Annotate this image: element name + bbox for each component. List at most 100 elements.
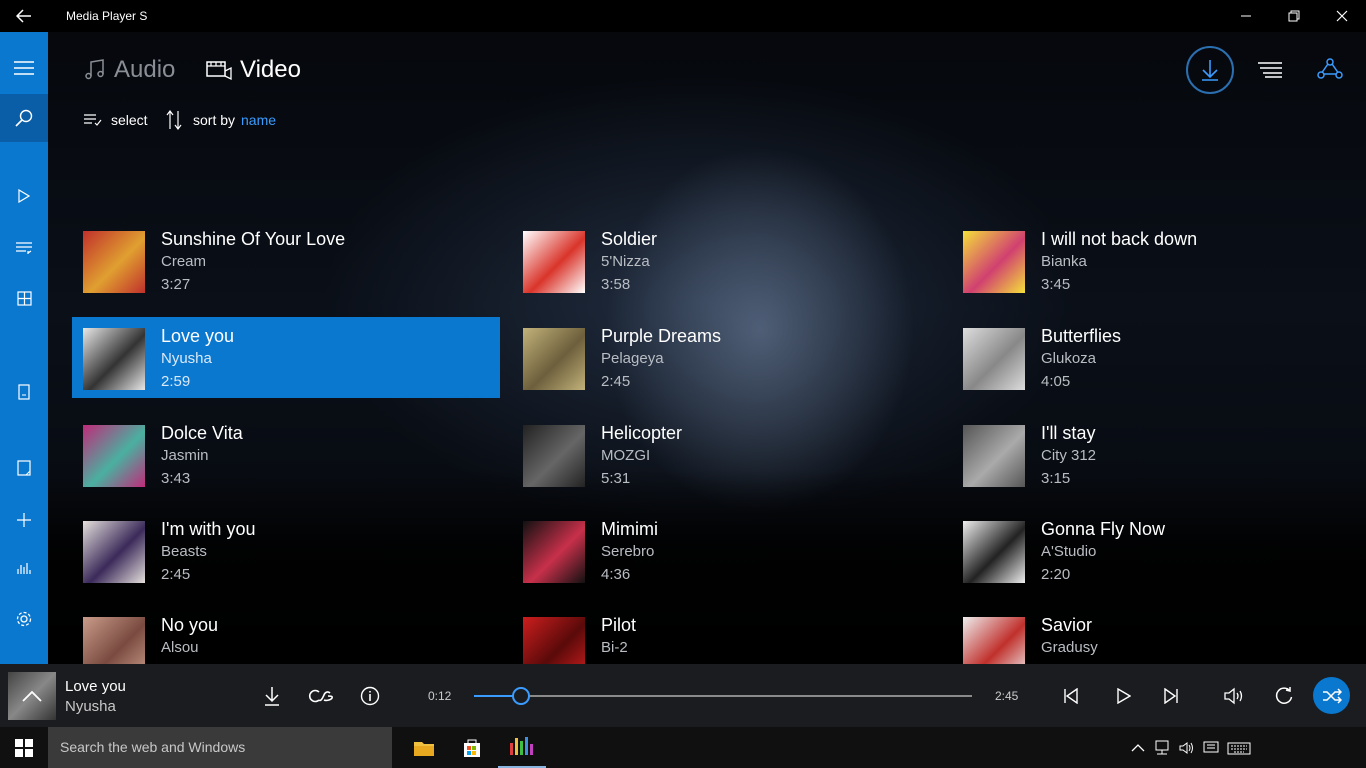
network-icon[interactable] — [1153, 740, 1171, 756]
skip-next-icon — [1164, 688, 1178, 704]
track-tile[interactable]: Helicopter MOZGI 5:31 — [512, 414, 940, 495]
repeat-icon — [1275, 687, 1293, 704]
track-duration: 3:58 — [601, 276, 631, 293]
seek-knob[interactable] — [511, 687, 530, 705]
volume-button[interactable] — [1215, 676, 1255, 716]
track-duration: 2:45 — [601, 373, 631, 390]
now-playing-art[interactable] — [8, 672, 56, 720]
player-download-button[interactable] — [252, 676, 292, 716]
next-button[interactable] — [1151, 676, 1191, 716]
album-art — [523, 617, 585, 664]
track-tile[interactable]: Soldier 5'Nizza 3:58 — [512, 220, 940, 301]
album-art — [523, 521, 585, 583]
chevron-up-icon — [22, 690, 42, 702]
now-playing-artist: Nyusha — [65, 698, 116, 715]
album-art — [83, 328, 145, 390]
album-art — [83, 231, 145, 293]
track-artist: MOZGI — [601, 447, 651, 464]
track-title: Butterflies — [1041, 326, 1122, 346]
repeat-button[interactable] — [1264, 676, 1304, 716]
track-title: Helicopter — [601, 423, 683, 443]
track-artist: Bi-2 — [601, 639, 628, 656]
album-art — [963, 328, 1025, 390]
track-tile[interactable]: Gonna Fly Now A'Studio 2:20 — [952, 510, 1366, 591]
skip-previous-icon — [1064, 688, 1078, 704]
track-tile[interactable]: Savior Gradusy — [952, 606, 1366, 664]
taskbar-search-input[interactable]: Search the web and Windows — [48, 727, 392, 768]
track-artist: 5'Nizza — [601, 253, 650, 270]
track-tile[interactable]: Butterflies Glukoza 4:05 — [952, 317, 1366, 398]
system-tray — [1131, 739, 1251, 757]
track-tile[interactable]: Dolce Vita Jasmin 3:43 — [72, 414, 500, 495]
play-icon — [1117, 688, 1131, 704]
scrobble-icon — [308, 689, 333, 703]
info-button[interactable] — [350, 676, 390, 716]
track-duration: 3:43 — [161, 470, 191, 487]
track-artist: Cream — [161, 253, 207, 270]
track-tile[interactable]: Pilot Bi-2 — [512, 606, 940, 664]
file-explorer-button[interactable] — [400, 727, 448, 768]
track-title: Gonna Fly Now — [1041, 519, 1166, 539]
track-duration: 2:20 — [1041, 566, 1071, 583]
track-tile[interactable]: Purple Dreams Pelageya 2:45 — [512, 317, 940, 398]
media-player-app-icon — [510, 736, 533, 755]
shuffle-icon — [1322, 687, 1342, 704]
store-button[interactable] — [448, 727, 496, 768]
now-playing-title: Love you — [65, 678, 126, 695]
track-tile[interactable]: I'll stay City 312 3:15 — [952, 414, 1366, 495]
track-title: Purple Dreams — [601, 326, 722, 346]
track-duration: 3:27 — [161, 276, 191, 293]
player-bar: Love you Nyusha 0:12 2:45 — [0, 664, 1366, 727]
track-tile[interactable]: No you Alsou — [72, 606, 500, 664]
track-tile[interactable]: I will not back down Bianka 3:45 — [952, 220, 1366, 301]
album-art — [83, 521, 145, 583]
track-tile[interactable]: Love you Nyusha 2:59 — [72, 317, 500, 398]
lastfm-button[interactable] — [301, 676, 341, 716]
track-title: I will not back down — [1041, 229, 1198, 249]
track-tile[interactable]: Mimimi Serebro 4:36 — [512, 510, 940, 591]
windows-logo-icon — [15, 738, 33, 757]
track-tile[interactable]: Sunshine Of Your Love Cream 3:27 — [72, 220, 500, 301]
track-artist: Nyusha — [161, 350, 212, 367]
play-button[interactable] — [1104, 676, 1144, 716]
seek-bar[interactable] — [474, 687, 972, 705]
volume-tray-icon[interactable] — [1179, 741, 1195, 755]
track-artist: Serebro — [601, 543, 655, 560]
start-button[interactable] — [0, 727, 48, 768]
track-title: Soldier — [601, 229, 658, 249]
track-artist: Jasmin — [161, 447, 209, 464]
album-art — [963, 617, 1025, 664]
keyboard-icon[interactable] — [1227, 741, 1251, 755]
track-title: Mimimi — [601, 519, 658, 539]
total-time: 2:45 — [995, 689, 1019, 703]
track-artist: Glukoza — [1041, 350, 1097, 367]
track-artist: Gradusy — [1041, 639, 1098, 656]
taskbar: Search the web and Windows — [0, 727, 1366, 768]
album-art — [963, 231, 1025, 293]
track-title: Love you — [161, 326, 235, 346]
track-grid: Sunshine Of Your Love Cream 3:27 Soldier 5'N… — [0, 0, 1366, 664]
track-duration: 4:05 — [1041, 373, 1071, 390]
album-art — [963, 521, 1025, 583]
current-time: 0:12 — [428, 689, 452, 703]
track-artist: Beasts — [161, 543, 207, 560]
info-icon — [360, 686, 380, 706]
track-title: I'll stay — [1041, 423, 1096, 443]
show-hidden-icons-icon[interactable] — [1131, 743, 1145, 753]
action-center-icon[interactable] — [1203, 741, 1219, 755]
track-title: I'm with you — [161, 519, 256, 539]
media-player-taskbar-button[interactable] — [498, 727, 546, 768]
volume-icon — [1224, 687, 1243, 705]
track-duration: 2:59 — [161, 373, 191, 390]
previous-button[interactable] — [1051, 676, 1091, 716]
shuffle-button[interactable] — [1313, 677, 1350, 714]
album-art — [963, 425, 1025, 487]
track-duration: 4:36 — [601, 566, 631, 583]
track-artist: Pelageya — [601, 350, 664, 367]
track-artist: A'Studio — [1041, 543, 1097, 560]
track-tile[interactable]: I'm with you Beasts 2:45 — [72, 510, 500, 591]
track-title: No you — [161, 615, 219, 635]
track-title: Pilot — [601, 615, 637, 635]
download-icon — [265, 687, 279, 706]
album-art — [523, 328, 585, 390]
